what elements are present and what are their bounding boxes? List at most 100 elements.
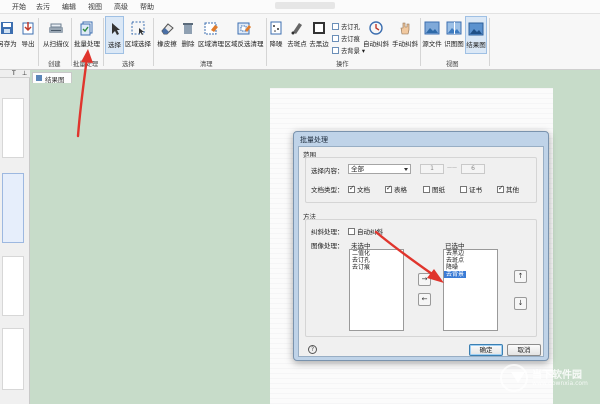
- list-item[interactable]: 去订痕: [350, 264, 403, 271]
- image-process-label: 图像处理：: [311, 242, 344, 250]
- move-up-button[interactable]: ↑: [514, 270, 527, 283]
- despeckle-icon: [270, 21, 282, 35]
- type-table-checkbox[interactable]: 表格: [385, 184, 407, 194]
- result-image-icon: [468, 22, 484, 36]
- list-item[interactable]: 二值化: [350, 250, 403, 257]
- compare-view-button[interactable]: 识图图: [443, 16, 465, 54]
- binding-icon: [332, 23, 339, 30]
- window-title-blur: [275, 2, 335, 9]
- menu-advanced[interactable]: 高级: [114, 2, 128, 12]
- source-file-button[interactable]: 源文件: [421, 16, 443, 54]
- deskew-label: 纠斜处理：: [311, 228, 344, 236]
- chevron-down-icon: [404, 168, 408, 171]
- auto-deskew-icon: [369, 21, 383, 35]
- menu-bar: 开始 去污 编辑 视图 高级 帮助: [0, 0, 600, 14]
- area-select-icon: [131, 21, 145, 35]
- delete-button[interactable]: 删除: [179, 16, 197, 54]
- area-reverse-clean-button[interactable]: 区域反选清理: [224, 16, 264, 54]
- reverse-clean-icon: [237, 22, 251, 35]
- area-clean-icon: [204, 22, 218, 35]
- save-icon: [1, 22, 13, 34]
- black-edge-icon: [313, 22, 325, 34]
- menu-help[interactable]: 帮助: [140, 2, 154, 12]
- select-content-label: 选择内容：: [311, 167, 344, 175]
- list-item-selected[interactable]: 去背景: [444, 271, 466, 278]
- page-thumbnail-selected[interactable]: [2, 173, 24, 243]
- remove-background-button[interactable]: 去背景 ▾: [332, 46, 365, 55]
- eraser-button[interactable]: 橡皮擦: [156, 16, 178, 54]
- scan-button[interactable]: 从扫描仪: [42, 16, 70, 54]
- watermark-title: 当下软件园: [532, 370, 582, 381]
- remove-dots-button[interactable]: 去斑点: [286, 16, 308, 54]
- result-document-tab[interactable]: 结果图: [32, 72, 72, 84]
- site-watermark: 当下软件园 www.downxia.com: [500, 362, 600, 402]
- move-right-button[interactable]: →: [418, 273, 431, 286]
- unselected-list[interactable]: 二值化 去订孔 去订痕: [349, 249, 404, 331]
- doc-type-label: 文档类型：: [311, 186, 344, 194]
- range-dash: ——: [447, 165, 457, 171]
- hand-icon: [400, 22, 410, 35]
- scanner-icon: [49, 23, 63, 33]
- remove-dots-icon: [291, 23, 302, 35]
- save-as-button[interactable]: 另存为: [0, 16, 18, 54]
- cancel-button[interactable]: 取消: [507, 344, 541, 356]
- type-drawing-checkbox[interactable]: 图纸: [423, 184, 445, 194]
- remove-binding-button[interactable]: 去订孔: [332, 22, 360, 31]
- batch-icon: [80, 21, 93, 36]
- list-item[interactable]: 去黑边: [444, 250, 497, 257]
- eraser-icon: [161, 23, 174, 35]
- move-down-button[interactable]: ↓: [514, 297, 527, 310]
- type-other-checkbox[interactable]: 其他: [497, 184, 519, 194]
- remove-black-edge-button[interactable]: 去黑边: [308, 16, 330, 54]
- page-thumbnail[interactable]: [2, 328, 24, 390]
- auto-deskew-checkbox[interactable]: 自动纠斜: [348, 226, 383, 236]
- group-operate-label: 操作: [336, 61, 349, 68]
- group-view-label: 视图: [446, 61, 459, 68]
- despeckle-button[interactable]: 降噪: [267, 16, 285, 54]
- compare-image-icon: [446, 21, 462, 35]
- export-button[interactable]: 导出: [20, 16, 36, 54]
- batch-process-dialog: 批量处理 范围 选择内容： 全部 1 —— 6 文档类型： 文档 表格 图纸 证…: [293, 131, 549, 361]
- type-certificate-checkbox[interactable]: 证书: [460, 184, 482, 194]
- cursor-icon: [111, 23, 120, 35]
- dialog-body: 范围 选择内容： 全部 1 —— 6 文档类型： 文档 表格 图纸 证书 其他 …: [298, 146, 544, 357]
- manual-deskew-button[interactable]: 手动纠斜: [391, 16, 419, 54]
- selected-list[interactable]: 去黑边 去斑点 降噪 去背景: [443, 249, 498, 331]
- page-thumbnail[interactable]: [2, 98, 24, 158]
- remove-staple-button[interactable]: 去订痕: [332, 34, 360, 43]
- area-select-button[interactable]: 区域选择: [125, 16, 151, 54]
- select-content-dropdown[interactable]: 全部: [348, 164, 411, 174]
- list-item[interactable]: 降噪: [444, 264, 497, 271]
- thumbnail-panel: [0, 78, 30, 404]
- auto-deskew-button[interactable]: 自动纠斜: [362, 16, 390, 54]
- left-panel-tab[interactable]: T: [12, 70, 16, 77]
- select-tool-button[interactable]: 选择: [105, 16, 124, 54]
- left-panel-header: T ⊥: [0, 70, 30, 78]
- group-create-label: 创建: [48, 61, 61, 68]
- menu-view[interactable]: 视图: [88, 2, 102, 12]
- list-item[interactable]: 去斑点: [444, 257, 497, 264]
- ok-button[interactable]: 确定: [469, 344, 503, 356]
- area-clean-button[interactable]: 区域清理: [198, 16, 224, 54]
- menu-edit[interactable]: 编辑: [62, 2, 76, 12]
- move-left-button[interactable]: ←: [418, 293, 431, 306]
- watermark-url: www.downxia.com: [532, 380, 588, 387]
- result-view-button[interactable]: 结果图: [465, 16, 487, 54]
- batch-process-button[interactable]: 批量处理: [72, 16, 102, 54]
- menu-start[interactable]: 开始: [12, 2, 26, 12]
- range-to-input[interactable]: 6: [461, 164, 485, 174]
- source-image-icon: [424, 21, 440, 35]
- group-batch-label: 批量处理: [73, 61, 99, 68]
- page-thumbnail[interactable]: [2, 256, 24, 316]
- range-from-input[interactable]: 1: [420, 164, 444, 174]
- list-item[interactable]: 去订孔: [350, 257, 403, 264]
- group-select-label: 选择: [122, 61, 135, 68]
- background-icon: [332, 47, 339, 54]
- help-icon[interactable]: ?: [308, 345, 317, 354]
- image-tab-icon: [36, 75, 42, 81]
- menu-clean[interactable]: 去污: [36, 2, 50, 12]
- dialog-title: 批量处理: [300, 136, 328, 144]
- type-document-checkbox[interactable]: 文档: [348, 184, 370, 194]
- trash-icon: [183, 23, 193, 34]
- pin-icon[interactable]: ⊥: [22, 70, 27, 77]
